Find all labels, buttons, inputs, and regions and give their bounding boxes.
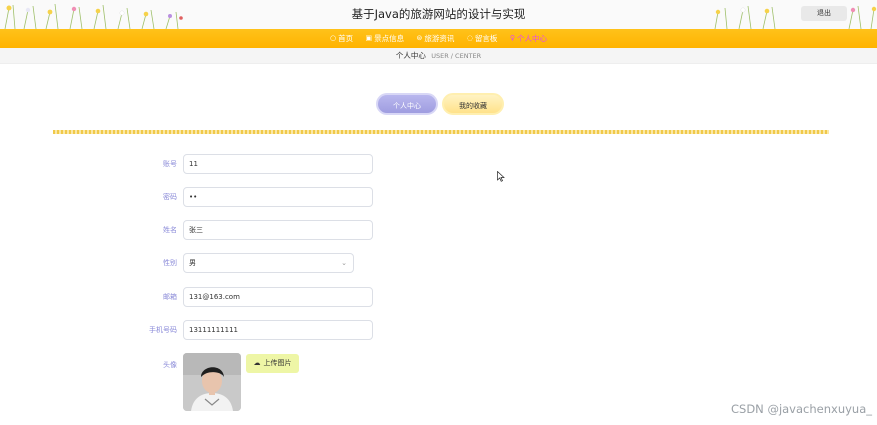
nav-item-messages[interactable]: ◌ 留言板 xyxy=(467,29,498,48)
phone-label: 手机号码 xyxy=(149,326,177,334)
email-field[interactable]: 131@163.com xyxy=(183,287,373,307)
top-header: 基于Java的旅游网站的设计与实现 退出 xyxy=(0,0,877,29)
list-icon: ▣ xyxy=(365,34,373,42)
gender-select[interactable]: 男 ⌄ xyxy=(183,253,354,273)
watermark-text: CSDN @javachenxuyua_ xyxy=(731,402,872,416)
nav-item-home[interactable]: ○ 首页 xyxy=(330,29,353,48)
nav-item-user-center[interactable]: ♀ 个人中心 xyxy=(510,29,547,48)
cloud-upload-icon: ☁ xyxy=(253,359,261,367)
nav-item-label: 个人中心 xyxy=(516,34,547,43)
phone-row: 手机号码 13111111111 xyxy=(0,320,877,340)
account-field[interactable]: 11 xyxy=(183,154,373,174)
breadcrumb-subtitle: USER / CENTER xyxy=(431,52,482,60)
logout-button[interactable]: 退出 xyxy=(801,6,847,21)
flower-decoration-right xyxy=(714,5,877,29)
tab-favorites[interactable]: 我的收藏 xyxy=(442,93,504,115)
user-icon: ♀ xyxy=(509,34,515,42)
breadcrumb: 个人中心 USER / CENTER xyxy=(0,48,877,64)
gender-value: 男 xyxy=(189,259,196,267)
avatar-label: 头像 xyxy=(163,361,177,369)
account-label: 账号 xyxy=(163,160,177,168)
gender-label: 性别 xyxy=(163,259,177,267)
phone-field[interactable]: 13111111111 xyxy=(183,320,373,340)
upload-image-button[interactable]: ☁ 上传图片 xyxy=(246,354,299,373)
nav-item-attractions[interactable]: ▣ 景点信息 xyxy=(366,29,405,48)
avatar-image xyxy=(183,353,241,411)
name-field[interactable]: 张三 xyxy=(183,220,373,240)
nav-item-label: 首页 xyxy=(338,34,354,43)
email-label: 邮箱 xyxy=(163,293,177,301)
news-icon: ⊜ xyxy=(416,34,423,42)
upload-label: 上传图片 xyxy=(263,359,292,367)
password-row: 密码 •• xyxy=(0,187,877,207)
tab-profile[interactable]: 个人中心 xyxy=(376,93,438,115)
mouse-cursor-icon xyxy=(497,171,505,182)
nav-item-label: 留言板 xyxy=(474,34,498,43)
account-row: 账号 11 xyxy=(0,154,877,174)
message-icon: ◌ xyxy=(466,34,473,42)
profile-tabs: 个人中心 我的收藏 xyxy=(376,93,504,115)
home-icon: ○ xyxy=(330,34,337,42)
nav-item-label: 景点信息 xyxy=(374,34,405,43)
name-label: 姓名 xyxy=(163,226,177,234)
password-label: 密码 xyxy=(163,193,177,201)
password-field[interactable]: •• xyxy=(183,187,373,207)
breadcrumb-title: 个人中心 xyxy=(395,51,426,60)
main-nav: ○ 首页 ▣ 景点信息 ⊜ 旅游资讯 ◌ 留言板 ♀ 个人中心 xyxy=(0,29,877,48)
name-row: 姓名 张三 xyxy=(0,220,877,240)
avatar[interactable] xyxy=(183,353,241,411)
email-row: 邮箱 131@163.com xyxy=(0,287,877,307)
nav-item-news[interactable]: ⊜ 旅游资讯 xyxy=(417,29,455,48)
decorative-divider xyxy=(53,130,829,134)
chevron-down-icon: ⌄ xyxy=(341,259,347,267)
gender-row: 性别 男 ⌄ xyxy=(0,253,877,273)
nav-item-label: 旅游资讯 xyxy=(424,34,455,43)
